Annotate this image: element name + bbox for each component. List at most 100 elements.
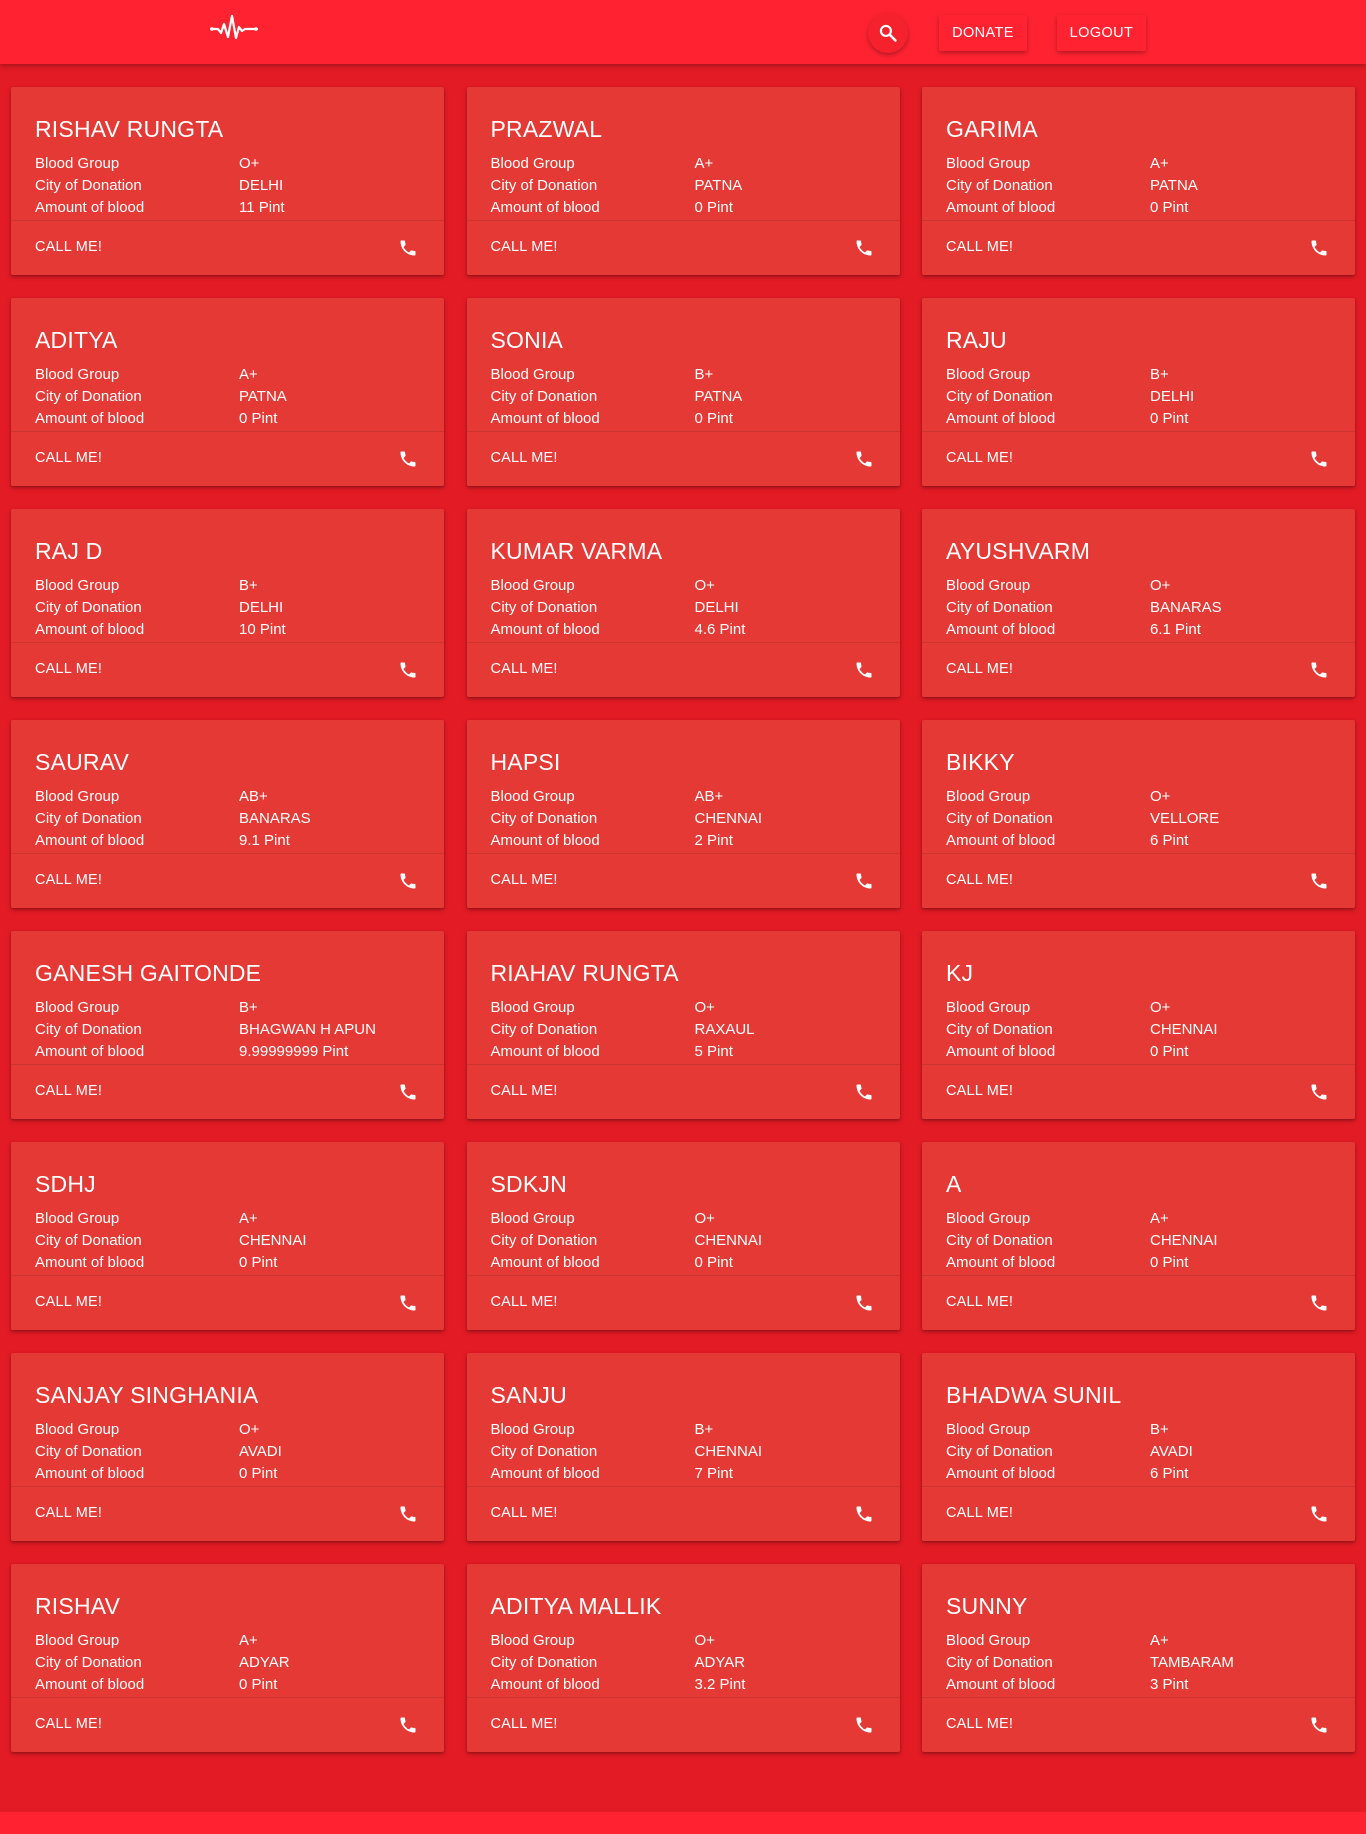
phone-icon[interactable]: [854, 1293, 874, 1313]
phone-icon[interactable]: [398, 1082, 418, 1102]
donor-details: Blood Group B+ City of Donation PATNA Am…: [491, 364, 743, 430]
call-me-button[interactable]: CALL ME!: [466, 1275, 900, 1330]
call-me-button[interactable]: CALL ME!: [11, 853, 444, 908]
amount-row: Amount of blood 7 Pint: [491, 1463, 763, 1485]
donor-details: Blood Group B+ City of Donation AVADI Am…: [946, 1419, 1193, 1485]
call-me-button[interactable]: CALL ME!: [466, 1486, 900, 1541]
search-button[interactable]: [868, 13, 908, 53]
call-me-button[interactable]: CALL ME!: [466, 220, 900, 275]
city-row: City of Donation BANARAS: [946, 597, 1222, 619]
blood-group-value: B+: [239, 999, 258, 1016]
top-app-bar: DONATE LOGOUT: [0, 0, 1366, 64]
phone-icon[interactable]: [398, 449, 418, 469]
city-label: City of Donation: [490, 1021, 598, 1038]
phone-icon[interactable]: [1309, 449, 1329, 469]
call-me-button[interactable]: CALL ME!: [11, 431, 444, 486]
phone-icon[interactable]: [1309, 660, 1329, 680]
city-row: City of Donation PATNA: [491, 175, 743, 197]
amount-value: 0 Pint: [239, 1254, 278, 1271]
amount-row: Amount of blood 0 Pint: [491, 197, 743, 219]
donor-details: Blood Group AB+ City of Donation BANARAS…: [35, 786, 311, 852]
phone-icon[interactable]: [398, 238, 418, 258]
phone-icon[interactable]: [398, 871, 418, 891]
phone-icon[interactable]: [398, 660, 418, 680]
call-me-button[interactable]: CALL ME!: [466, 431, 900, 486]
phone-icon[interactable]: [1309, 238, 1329, 258]
call-me-button[interactable]: CALL ME!: [922, 1486, 1355, 1541]
call-me-button[interactable]: CALL ME!: [466, 642, 900, 697]
city-value: CHENNAI: [694, 1232, 763, 1249]
call-me-button[interactable]: CALL ME!: [922, 853, 1355, 908]
call-me-button[interactable]: CALL ME!: [11, 642, 444, 697]
call-me-button[interactable]: CALL ME!: [466, 1697, 900, 1752]
call-me-label: CALL ME!: [946, 661, 1014, 677]
phone-icon[interactable]: [1309, 1293, 1329, 1313]
blood-group-value: O+: [1150, 577, 1171, 594]
phone-icon[interactable]: [854, 238, 874, 258]
donor-card-grid: RISHAV RUNGTA Blood Group O+ City of Don…: [11, 87, 1355, 1752]
donor-card: SANJU Blood Group B+ City of Donation CH…: [466, 1353, 900, 1541]
amount-row: Amount of blood 0 Pint: [35, 408, 287, 430]
call-me-button[interactable]: CALL ME!: [466, 1064, 900, 1119]
call-me-button[interactable]: CALL ME!: [466, 853, 900, 908]
blood-group-label: Blood Group: [35, 788, 120, 805]
donor-details: Blood Group O+ City of Donation CHENNAI …: [946, 997, 1218, 1063]
call-me-button[interactable]: CALL ME!: [922, 431, 1355, 486]
city-label: City of Donation: [35, 1654, 142, 1671]
donor-details: Blood Group B+ City of Donation BHAGWAN …: [35, 997, 376, 1063]
phone-icon[interactable]: [1309, 1504, 1329, 1524]
city-label: City of Donation: [490, 810, 598, 827]
call-me-label: CALL ME!: [35, 1294, 103, 1310]
phone-icon[interactable]: [398, 1715, 418, 1735]
blood-group-row: Blood Group O+: [946, 786, 1219, 808]
call-me-button[interactable]: CALL ME!: [11, 1275, 444, 1330]
blood-group-row: Blood Group O+: [491, 1630, 746, 1652]
phone-icon[interactable]: [398, 1504, 418, 1524]
call-me-button[interactable]: CALL ME!: [11, 1697, 444, 1752]
city-label: City of Donation: [946, 599, 1053, 616]
donor-details: Blood Group O+ City of Donation DELHI Am…: [35, 153, 285, 219]
phone-icon[interactable]: [854, 871, 874, 891]
phone-icon[interactable]: [1309, 1082, 1329, 1102]
donor-name: BIKKY: [946, 749, 1015, 775]
call-me-button[interactable]: CALL ME!: [922, 220, 1355, 275]
amount-label: Amount of blood: [35, 1465, 145, 1482]
call-me-button[interactable]: CALL ME!: [922, 1697, 1355, 1752]
phone-icon[interactable]: [854, 1504, 874, 1524]
blood-group-row: Blood Group O+: [491, 997, 755, 1019]
phone-icon[interactable]: [1309, 1715, 1329, 1735]
city-label: City of Donation: [490, 1443, 598, 1460]
call-me-button[interactable]: CALL ME!: [922, 1275, 1355, 1330]
call-me-button[interactable]: CALL ME!: [922, 1064, 1355, 1119]
heartbeat-pulse-icon[interactable]: [210, 12, 258, 44]
city-value: CHENNAI: [239, 1232, 307, 1249]
call-me-label: CALL ME!: [35, 872, 103, 888]
amount-value: 9.1 Pint: [239, 832, 290, 849]
city-row: City of Donation RAXAUL: [491, 1019, 755, 1041]
amount-row: Amount of blood 3 Pint: [946, 1674, 1234, 1696]
donate-button[interactable]: DONATE: [939, 15, 1027, 51]
phone-icon[interactable]: [854, 1715, 874, 1735]
call-me-button[interactable]: CALL ME!: [11, 1064, 444, 1119]
call-me-label: CALL ME!: [946, 1716, 1014, 1732]
amount-row: Amount of blood 3.2 Pint: [491, 1674, 746, 1696]
city-label: City of Donation: [946, 810, 1053, 827]
blood-group-label: Blood Group: [946, 788, 1031, 805]
donor-name: GANESH GAITONDE: [35, 960, 262, 986]
call-me-label: CALL ME!: [35, 450, 103, 466]
phone-icon[interactable]: [398, 1293, 418, 1313]
donor-card: PRAZWAL Blood Group A+ City of Donation …: [466, 87, 900, 275]
phone-icon[interactable]: [854, 449, 874, 469]
phone-icon[interactable]: [1309, 871, 1329, 891]
call-me-button[interactable]: CALL ME!: [922, 642, 1355, 697]
amount-value: 6 Pint: [1150, 1465, 1189, 1482]
amount-value: 0 Pint: [1150, 410, 1189, 427]
call-me-button[interactable]: CALL ME!: [11, 220, 444, 275]
call-me-label: CALL ME!: [490, 872, 558, 888]
logout-button[interactable]: LOGOUT: [1057, 15, 1146, 51]
phone-icon[interactable]: [854, 1082, 874, 1102]
amount-label: Amount of blood: [946, 1254, 1056, 1271]
call-me-button[interactable]: CALL ME!: [11, 1486, 444, 1541]
city-row: City of Donation TAMBARAM: [946, 1652, 1234, 1674]
phone-icon[interactable]: [854, 660, 874, 680]
